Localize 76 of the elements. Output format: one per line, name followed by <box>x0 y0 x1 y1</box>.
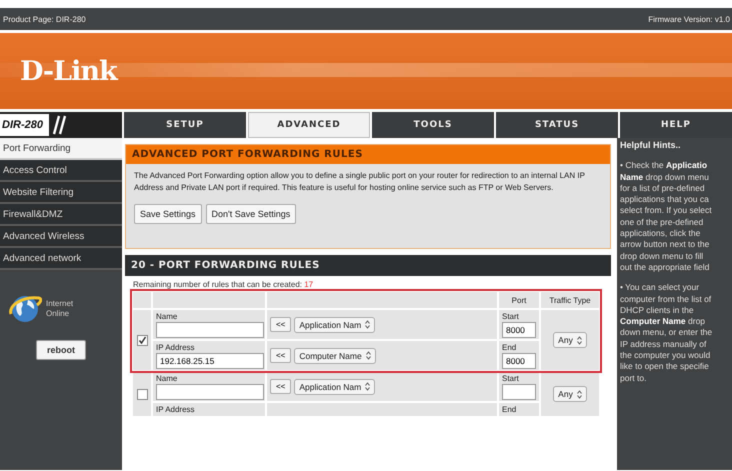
field-label: IP Address <box>156 405 196 414</box>
column-header: Port <box>499 292 539 308</box>
field-label: Name <box>156 312 178 321</box>
help-text: port to. <box>620 372 648 384</box>
help-text: DHCP clients in the <box>620 304 695 316</box>
section-title: 20 - PORT FORWARDING RULES <box>125 255 611 276</box>
nav-tab[interactable]: SETUP <box>124 112 246 138</box>
product-label: Product Page: DIR-280 <box>3 14 86 24</box>
help-text: select from. If you select <box>620 205 713 217</box>
field-label: End <box>502 343 518 352</box>
firmware-label: Firmware Version: v1.0 <box>648 14 730 24</box>
sidebar-item[interactable]: Website Filtering <box>0 182 122 204</box>
status-label: Internet <box>46 299 74 309</box>
help-text: one of the pre-defined <box>620 216 704 228</box>
help-text: • Check the Applicatio <box>620 160 708 172</box>
status-label: Online <box>46 309 70 319</box>
help-text: down menu, or enter the <box>620 327 714 339</box>
start-port-field[interactable] <box>502 384 536 400</box>
dropdown-icon <box>366 351 371 360</box>
copy-button[interactable]: << <box>270 317 292 332</box>
dropdown-icon <box>365 382 370 391</box>
nav-tab[interactable]: HELP <box>620 112 732 138</box>
section-title: ADVANCED PORT FORWARDING RULES <box>126 145 610 164</box>
help-text: Computer Name drop <box>620 316 706 328</box>
copy-button[interactable]: << <box>270 379 292 394</box>
field-label: End <box>502 405 518 414</box>
nav-tab[interactable]: ADVANCED <box>248 112 370 138</box>
help-text: IP address manually of <box>620 338 708 350</box>
nav-tab[interactable]: STATUS <box>496 112 618 138</box>
help-text: like to open the specifie <box>620 361 710 373</box>
copy-button[interactable]: << <box>270 348 292 363</box>
help-text: • You can select your <box>620 282 700 294</box>
application-select[interactable]: Application Nam <box>294 316 376 332</box>
column-header: Traffic Type <box>541 292 599 308</box>
help-text: the computer you would <box>620 350 712 362</box>
logo: D-Link <box>20 56 117 86</box>
help-text: arrow button next to the <box>620 239 710 251</box>
sidebar-item[interactable]: Advanced network <box>0 248 122 270</box>
dropdown-icon <box>365 320 370 329</box>
field-label: Start <box>502 312 520 321</box>
traffic-select[interactable]: Any <box>553 386 587 402</box>
settings-button[interactable]: Don't Save Settings <box>206 204 296 224</box>
checkbox[interactable] <box>136 334 148 346</box>
help-text: computer from the list of <box>620 294 712 305</box>
help-text: applications that you ca <box>620 194 710 206</box>
help-text: applications, click the <box>620 228 702 240</box>
sidebar-item[interactable]: Access Control <box>0 160 122 182</box>
field-label: Start <box>502 374 520 383</box>
reboot-button[interactable]: reboot <box>36 340 86 360</box>
field-label: Name <box>156 374 178 383</box>
start-port-field[interactable]: 8000 <box>502 322 536 338</box>
help-text: for a list of pre-defined <box>620 182 706 194</box>
help-text: Name drop down menu <box>620 172 710 183</box>
application-select[interactable]: Application Nam <box>294 378 376 394</box>
checkbox[interactable] <box>136 388 148 400</box>
end-port-field[interactable]: 8000 <box>502 353 536 369</box>
sidebar-item[interactable]: Firewall&DMZ <box>0 204 122 226</box>
traffic-select[interactable]: Any <box>553 332 587 348</box>
name-field[interactable] <box>156 322 264 338</box>
field-label: IP Address <box>156 343 196 352</box>
help-text: out the appropriate field <box>620 262 710 274</box>
ip-field[interactable]: 192.168.25.15 <box>156 353 264 369</box>
help-title: Helpful Hints.. <box>620 140 682 152</box>
model-label: DIR-280 <box>0 114 49 136</box>
settings-button[interactable]: Save Settings <box>134 204 202 224</box>
sidebar-item[interactable]: Port Forwarding <box>0 138 122 160</box>
description: The Advanced Port Forwarding option allow you to define a single public port on your router for redirection to an internal LAN IP Address and Private LAN port if required. This feature is useful for hosting online service such as FTP or Web Servers. <box>134 170 586 194</box>
computer-select[interactable]: Computer Name <box>294 348 376 364</box>
help-text: drop down menu to fill <box>620 250 704 262</box>
dropdown-icon <box>576 390 582 398</box>
header-cell <box>133 292 151 308</box>
dropdown-icon <box>576 336 582 344</box>
remaining-label: Remaining number of rules that can be created: 17 <box>133 280 314 289</box>
nav-tab[interactable]: TOOLS <box>372 112 494 138</box>
name-field[interactable] <box>156 384 264 400</box>
sidebar-item[interactable]: Advanced Wireless <box>0 226 122 248</box>
